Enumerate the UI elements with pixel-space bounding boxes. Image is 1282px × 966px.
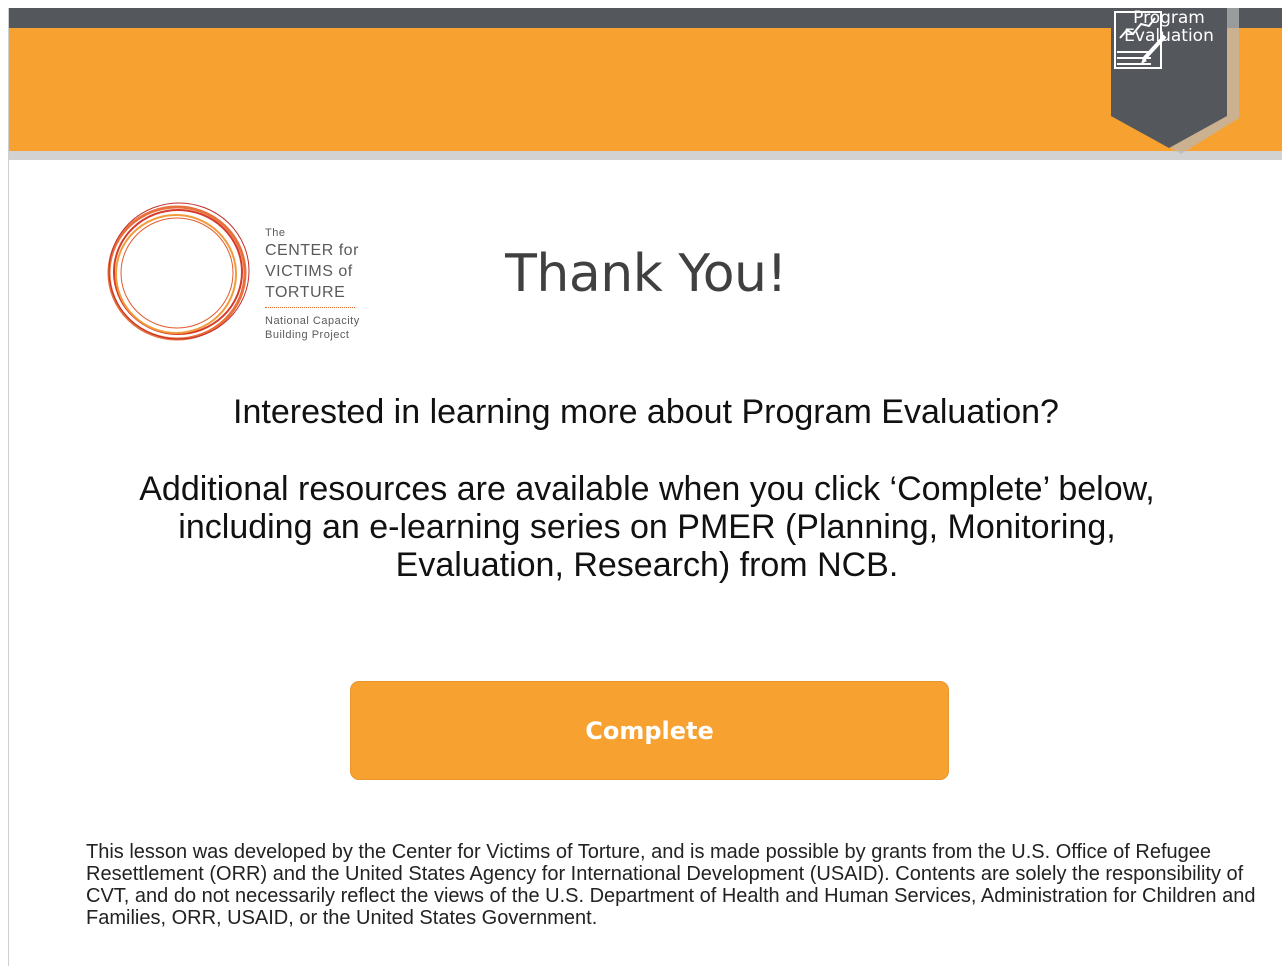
funding-disclaimer: This lesson was developed by the Center … <box>86 841 1256 929</box>
complete-button[interactable]: Complete <box>350 681 949 780</box>
logo-line-victims: VICTIMS of <box>265 263 353 280</box>
resources-text: Additional resources are available when … <box>139 470 1155 584</box>
logo-line-center: CENTER for <box>265 242 359 259</box>
program-evaluation-badge: Program Evaluation <box>1111 8 1239 160</box>
cvt-logo: The CENTER for VICTIMS of TORTURE Nation… <box>103 198 388 348</box>
chart-clipboard-icon <box>1114 11 1167 69</box>
circle-logo-icon <box>107 202 250 341</box>
top-bar <box>9 8 1282 28</box>
logo-line-torture: TORTURE <box>265 284 346 301</box>
complete-button-label: Complete <box>585 716 714 745</box>
logo-line-the: The <box>265 227 286 239</box>
banner-shadow <box>9 151 1282 160</box>
logo-divider <box>265 307 355 308</box>
page-title: Thank You! <box>505 244 787 304</box>
logo-wordmark: The CENTER for VICTIMS of TORTURE Nation… <box>265 226 360 342</box>
logo-line-building: Building Project <box>265 329 350 341</box>
header-banner <box>9 28 1282 151</box>
lesson-slide: Program Evaluation The CENTER for VICTIM… <box>8 8 1282 966</box>
question-text: Interested in learning more about Progra… <box>233 393 1059 431</box>
logo-line-national: National Capacity <box>265 315 360 327</box>
